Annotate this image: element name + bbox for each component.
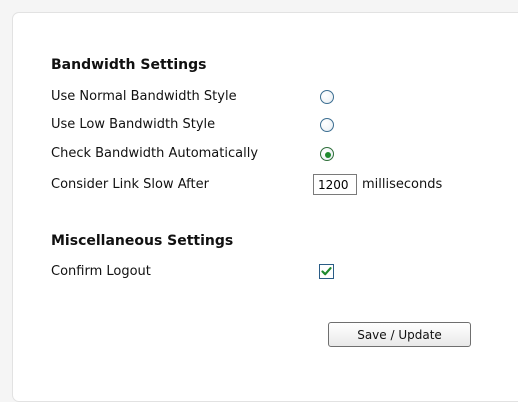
bandwidth-settings-title: Bandwidth Settings — [51, 57, 207, 73]
auto-bandwidth-label: Check Bandwidth Automatically — [51, 146, 259, 161]
checkmark-icon — [321, 267, 332, 276]
low-bandwidth-label: Use Low Bandwidth Style — [51, 117, 216, 132]
slow-link-label: Consider Link Slow After — [51, 177, 209, 192]
low-bandwidth-radio[interactable] — [320, 118, 334, 132]
confirm-logout-checkbox[interactable] — [319, 264, 334, 279]
normal-bandwidth-radio[interactable] — [320, 90, 334, 104]
misc-settings-title: Miscellaneous Settings — [51, 233, 234, 249]
confirm-logout-label: Confirm Logout — [51, 264, 151, 279]
auto-bandwidth-radio[interactable] — [320, 147, 334, 161]
slow-link-ms-input[interactable] — [313, 174, 357, 195]
normal-bandwidth-label: Use Normal Bandwidth Style — [51, 89, 237, 104]
milliseconds-unit-label: milliseconds — [362, 177, 443, 192]
radio-selected-dot — [325, 152, 331, 158]
save-update-button[interactable]: Save / Update — [328, 322, 471, 347]
